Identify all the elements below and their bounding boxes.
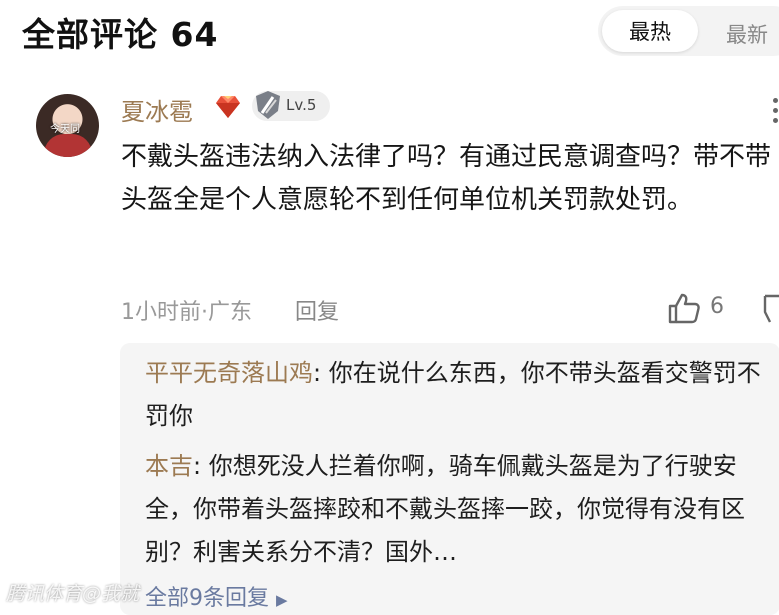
- view-all-replies-link[interactable]: 全部9条回复 ▶: [145, 580, 288, 612]
- thumbs-down-icon[interactable]: [762, 292, 779, 324]
- avatar-caption: 今天同: [50, 124, 80, 135]
- reply-separator: :: [193, 452, 209, 480]
- reply-item: 平平无奇落山鸡: 你在说什么东西，你不带头盔看交警罚不罚你: [145, 352, 765, 438]
- reply-author[interactable]: 本吉: [145, 452, 193, 480]
- view-all-replies-label: 全部9条回复: [145, 586, 269, 611]
- watermark: 腾讯体育@我就: [6, 583, 140, 605]
- like-count: 6: [710, 294, 724, 319]
- comments-header-title: 全部评论 64: [22, 15, 219, 54]
- chevron-right-icon: ▶: [276, 591, 288, 609]
- comment-username[interactable]: 夏冰雹: [121, 92, 193, 127]
- avatar[interactable]: 今天同: [36, 94, 99, 157]
- reply-button[interactable]: 回复: [295, 294, 339, 326]
- comment-text: 不戴头盔违法纳入法律了吗？有通过民意调查吗？带不带头盔全是个人意愿轮不到任何单位…: [121, 142, 772, 215]
- diamond-badge-icon: [216, 96, 240, 118]
- avatar-figure: [44, 134, 92, 157]
- level-label: Lv.5: [286, 96, 317, 114]
- level-shield-icon: [256, 91, 280, 119]
- reply-author[interactable]: 平平无奇落山鸡: [145, 359, 313, 387]
- reply-text: 你想死没人拦着你啊，骑车佩戴头盔是为了行驶安全，你带着头盔摔跤和不戴头盔摔一跤，…: [145, 452, 745, 566]
- comment-time-location: 1小时前·广东: [121, 300, 252, 325]
- sort-hot-button[interactable]: 最热: [602, 10, 698, 52]
- thumbs-up-icon[interactable]: [667, 292, 701, 324]
- reply-separator: :: [313, 359, 329, 387]
- sort-new-button[interactable]: 最新: [726, 19, 768, 49]
- more-options-icon[interactable]: [771, 98, 779, 124]
- reply-item: 本吉: 你想死没人拦着你啊，骑车佩戴头盔是为了行驶安全，你带着头盔摔跤和不戴头盔…: [145, 445, 765, 574]
